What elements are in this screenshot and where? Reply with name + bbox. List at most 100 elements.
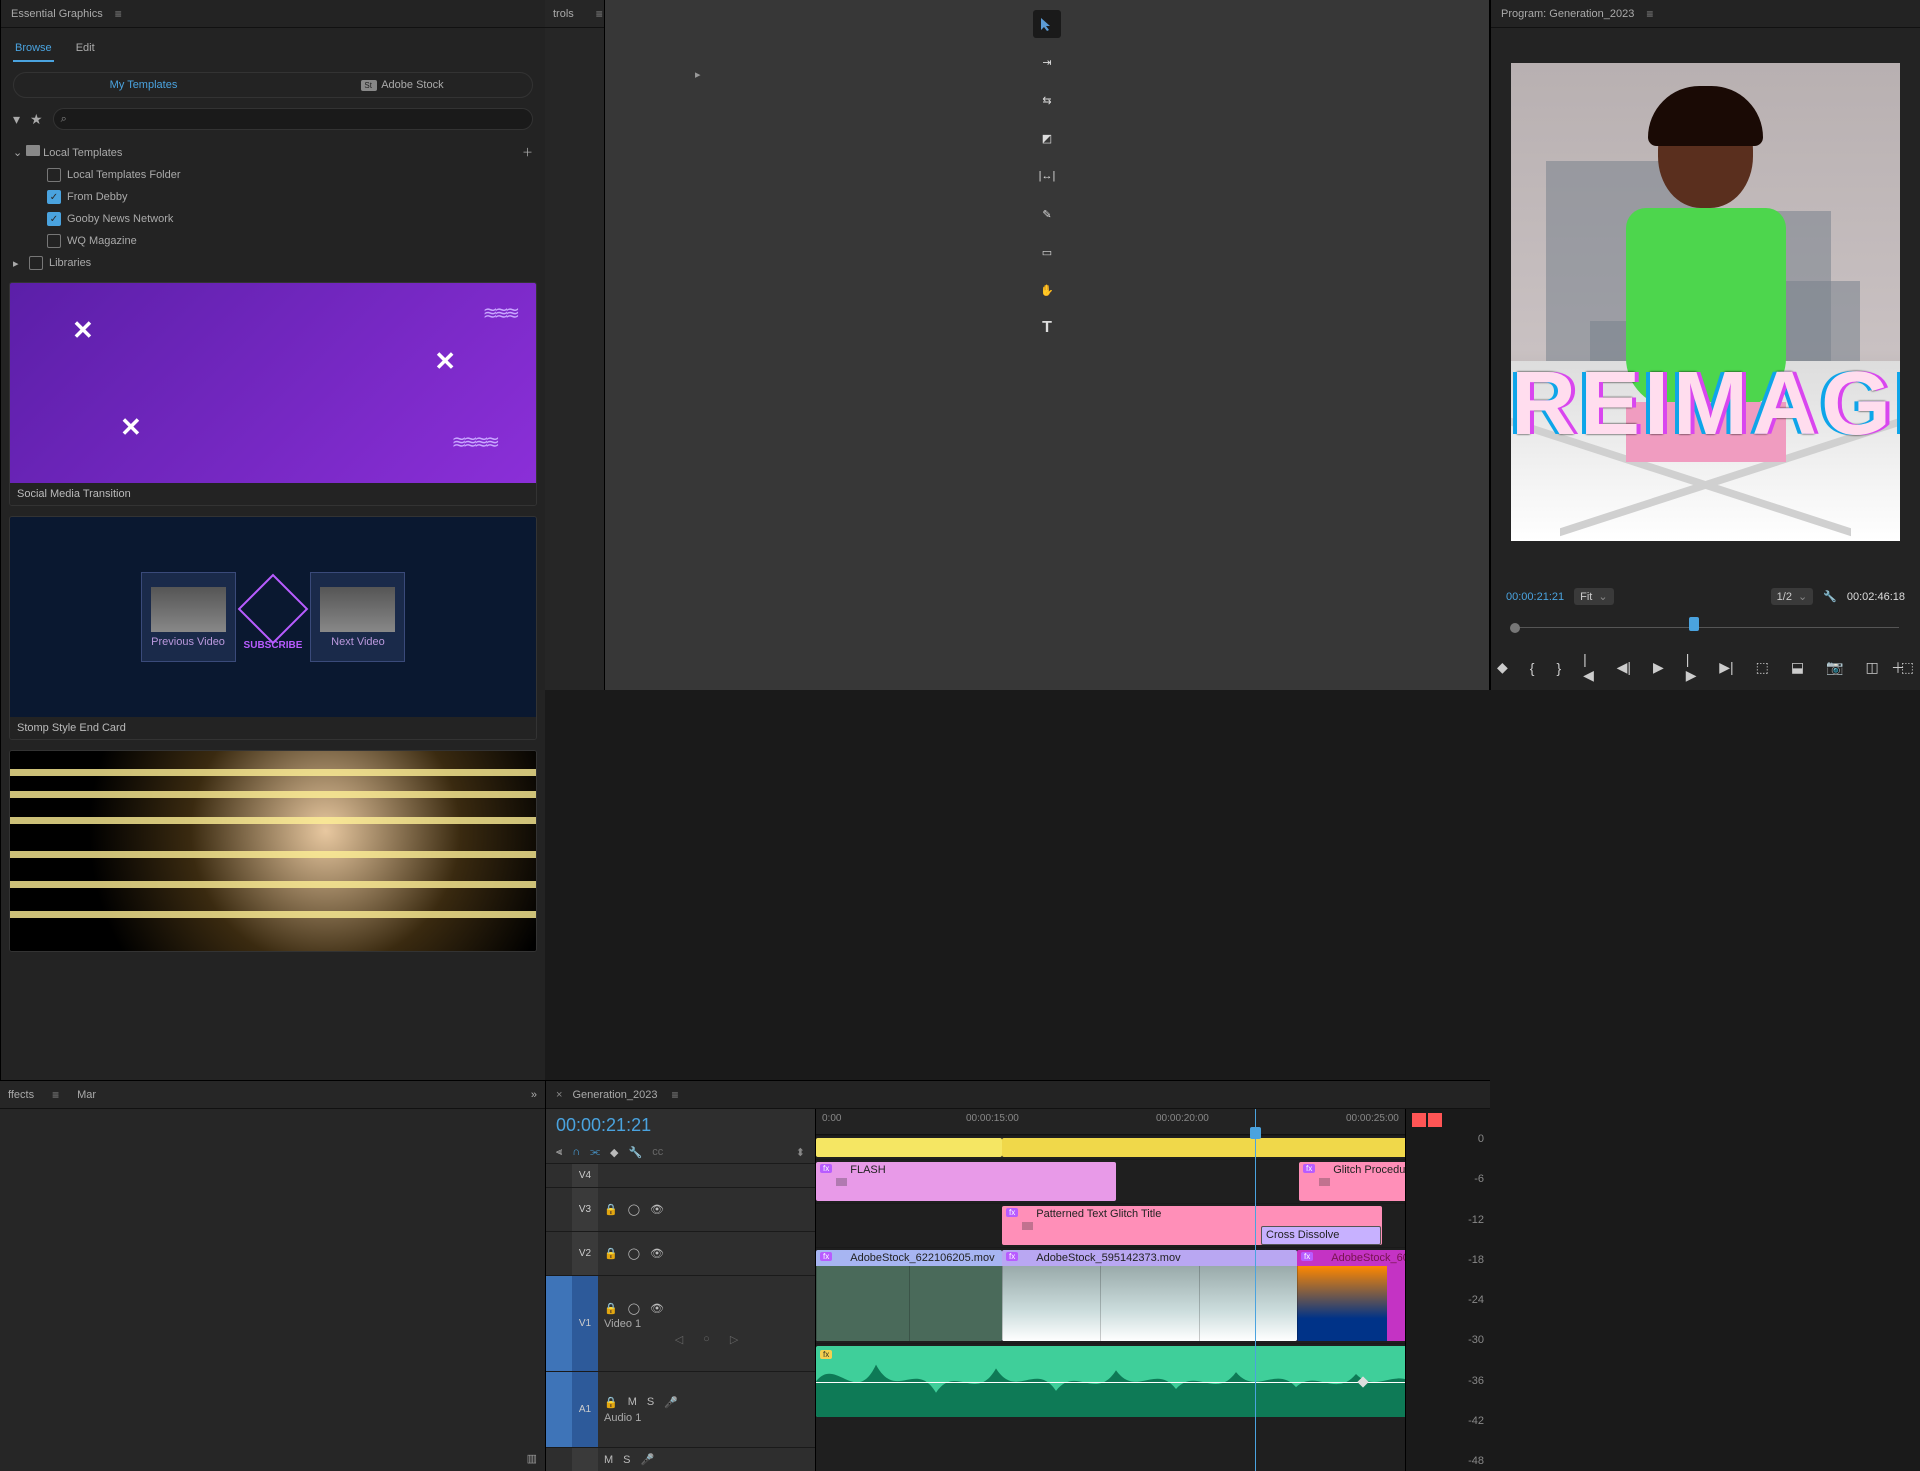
go-to-in-button[interactable]: |◀: [1583, 651, 1594, 684]
mute-button[interactable]: M: [604, 1454, 613, 1466]
voiceover-button[interactable]: 🎤: [641, 1453, 655, 1466]
voiceover-button[interactable]: 🎤: [664, 1396, 678, 1409]
transition[interactable]: Cross Dissolve: [1261, 1226, 1381, 1245]
razor-tool[interactable]: ◩: [1033, 124, 1061, 152]
filter-icon[interactable]: ▾: [13, 111, 20, 128]
clip[interactable]: [816, 1138, 1002, 1157]
panel-menu-icon[interactable]: ≡: [111, 7, 126, 21]
scrub-start[interactable]: [1510, 623, 1520, 633]
expand-icon[interactable]: ▸: [695, 68, 701, 81]
template-thumb[interactable]: Previous Video SUBSCRIBE Next Video Stom…: [9, 516, 537, 740]
checkbox[interactable]: [47, 234, 61, 248]
solo-button[interactable]: S: [647, 1396, 654, 1408]
track-select-tool[interactable]: ⇥: [1033, 48, 1061, 76]
eg-tab-edit[interactable]: Edit: [74, 36, 97, 62]
checkbox[interactable]: ✓: [47, 212, 61, 226]
eye-icon[interactable]: 👁: [650, 1302, 664, 1315]
target-icon[interactable]: ◯: [628, 1203, 640, 1216]
add-folder-button[interactable]: ＋: [522, 144, 533, 160]
target-icon[interactable]: ◯: [628, 1302, 640, 1315]
tree-item[interactable]: WQ Magazine: [13, 230, 533, 252]
timecode-current[interactable]: 00:00:21:21: [1506, 591, 1564, 603]
settings-icon[interactable]: 🔧: [629, 1146, 643, 1159]
marker-icon[interactable]: ◆: [610, 1146, 618, 1159]
scrub-playhead[interactable]: [1689, 617, 1699, 631]
audio-clip[interactable]: fx: [816, 1346, 1490, 1417]
timeline-tracks-area[interactable]: 0:00 00:00:15:00 00:00:20:00 00:00:25:00…: [816, 1109, 1490, 1471]
tree-libraries[interactable]: ▸ Libraries: [13, 252, 533, 274]
drag-icon[interactable]: ≡: [48, 1088, 63, 1102]
lock-icon[interactable]: 🔒: [604, 1396, 618, 1409]
linked-selection-icon[interactable]: ⫘: [590, 1146, 600, 1159]
favorites-icon[interactable]: ★: [30, 111, 43, 128]
expand-tabs-button[interactable]: »: [531, 1089, 537, 1101]
sequence-name[interactable]: Generation_2023: [572, 1089, 657, 1101]
settings-icon[interactable]: 🔧: [1823, 590, 1837, 603]
add-marker-button[interactable]: ◆: [1497, 659, 1508, 676]
play-button[interactable]: ▶: [1653, 659, 1664, 676]
step-fwd-button[interactable]: |▶: [1686, 651, 1697, 684]
type-tool[interactable]: T: [1033, 314, 1061, 342]
eye-icon[interactable]: 👁: [650, 1247, 664, 1260]
new-bin-button[interactable]: ▥: [527, 1452, 537, 1465]
step-back-button[interactable]: ◀|: [1617, 659, 1631, 676]
panel-menu-icon[interactable]: ≡: [1642, 7, 1657, 21]
eg-my-templates[interactable]: My Templates: [14, 73, 273, 97]
checkbox[interactable]: [29, 256, 43, 270]
tree-item[interactable]: ✓Gooby News Network: [13, 208, 533, 230]
track-header-v3[interactable]: V3 🔒◯👁: [546, 1187, 815, 1231]
lock-icon[interactable]: 🔒: [604, 1203, 618, 1216]
slip-tool[interactable]: |↔|: [1033, 162, 1061, 190]
clip[interactable]: fxAdobeStock_595142373.mov: [1002, 1250, 1297, 1341]
playhead[interactable]: [1255, 1109, 1256, 1471]
tree-item[interactable]: ✓From Debby: [13, 186, 533, 208]
tree-local-templates[interactable]: ⌄ Local Templates ＋: [13, 140, 533, 164]
prev-keyframe-icon[interactable]: ◁: [675, 1333, 683, 1346]
lift-button[interactable]: ⬚: [1756, 659, 1769, 676]
template-thumb[interactable]: ✕✕✕≋≋≋≋≋≋≋ Social Media Transition: [9, 282, 537, 506]
track-header-a1[interactable]: A1 🔒MS🎤 Audio 1: [546, 1371, 815, 1447]
ripple-tool[interactable]: ⇆: [1033, 86, 1061, 114]
next-keyframe-icon[interactable]: ▷: [730, 1333, 738, 1346]
track-header-v2[interactable]: V2 🔒◯👁: [546, 1231, 815, 1275]
tree-item[interactable]: Local Templates Folder: [13, 164, 533, 186]
track-resize-icon[interactable]: ⬍: [796, 1146, 805, 1159]
mark-out-button[interactable]: }: [1556, 660, 1561, 676]
track-header-v4[interactable]: V4: [546, 1163, 815, 1187]
tab-controls[interactable]: trols: [553, 8, 574, 20]
program-monitor[interactable]: REIMAGINE ↖: [1511, 63, 1900, 541]
close-sequence-button[interactable]: ×: [556, 1089, 562, 1101]
comparison-button[interactable]: ◫: [1866, 659, 1879, 676]
selection-tool[interactable]: [1033, 10, 1061, 38]
checkbox[interactable]: [47, 168, 61, 182]
lock-icon[interactable]: 🔒: [604, 1302, 618, 1315]
eye-icon[interactable]: 👁: [650, 1203, 664, 1216]
add-keyframe-icon[interactable]: ○: [703, 1333, 710, 1346]
clip[interactable]: fxAdobeStock_622106205.mov: [816, 1250, 1002, 1341]
track-header-a2[interactable]: MS🎤: [546, 1447, 815, 1471]
export-frame-button[interactable]: 📷: [1826, 659, 1843, 676]
timeline-timecode[interactable]: 00:00:21:21: [546, 1109, 815, 1142]
snap-icon[interactable]: ∩: [572, 1146, 580, 1159]
checkbox[interactable]: ✓: [47, 190, 61, 204]
time-ruler[interactable]: 0:00 00:00:15:00 00:00:20:00 00:00:25:00…: [816, 1109, 1490, 1135]
mute-button[interactable]: M: [628, 1396, 637, 1408]
pen-tool[interactable]: ✎: [1033, 200, 1061, 228]
template-thumb[interactable]: [9, 750, 537, 952]
mark-in-button[interactable]: {: [1530, 660, 1535, 676]
rectangle-tool[interactable]: ▭: [1033, 238, 1061, 266]
button-editor-button[interactable]: ＋: [1891, 658, 1905, 678]
program-scrubber[interactable]: [1506, 617, 1905, 639]
captions-icon[interactable]: cc: [652, 1146, 663, 1159]
target-icon[interactable]: ◯: [628, 1247, 640, 1260]
resolution-select[interactable]: 1/2⌄: [1771, 588, 1814, 605]
clip[interactable]: fxFLASH: [816, 1162, 1116, 1201]
zoom-select[interactable]: Fit⌄: [1574, 588, 1613, 605]
hand-tool[interactable]: ✋: [1033, 276, 1061, 304]
lock-icon[interactable]: 🔒: [604, 1247, 618, 1260]
track-header-v1[interactable]: V1 🔒◯👁 Video 1 ◁○▷: [546, 1275, 815, 1371]
audio-rubber-band[interactable]: [816, 1382, 1490, 1383]
tab-effects[interactable]: ffects: [8, 1089, 34, 1101]
insert-mode-icon[interactable]: ⫷: [556, 1146, 562, 1159]
tab-markers[interactable]: Mar: [77, 1089, 96, 1101]
